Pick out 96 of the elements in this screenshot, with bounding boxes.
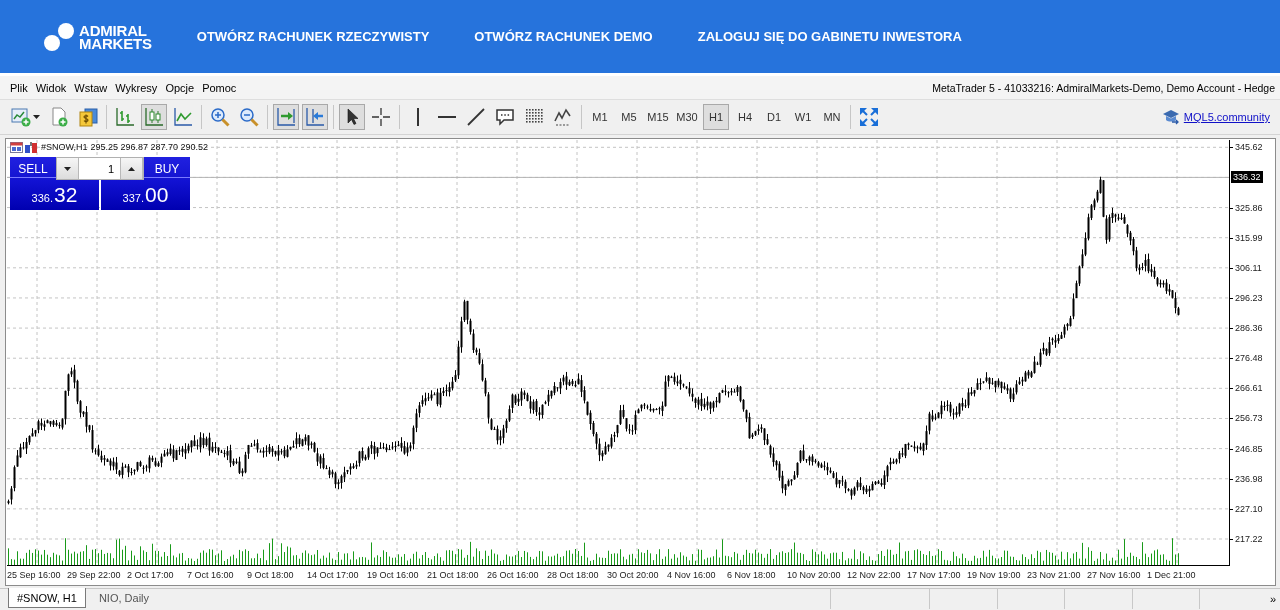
time-axis-label: 4 Nov 16:00 bbox=[667, 569, 717, 582]
current-price-marker: 336.32 bbox=[1231, 171, 1263, 184]
timeframe-button[interactable]: W1 bbox=[790, 104, 816, 130]
caret-down-icon bbox=[32, 115, 40, 119]
zigzag-icon bbox=[553, 107, 573, 127]
time-axis-label: 12 Nov 22:00 bbox=[847, 569, 902, 582]
zoom-in-icon bbox=[210, 107, 230, 127]
time-axis-label: 28 Oct 18:00 bbox=[547, 569, 600, 582]
auto-scroll-button[interactable] bbox=[273, 104, 299, 130]
timeframe-button[interactable]: D1 bbox=[761, 104, 787, 130]
price-axis-label: 345.62 bbox=[1235, 141, 1263, 154]
time-axis-label: 7 Oct 16:00 bbox=[187, 569, 235, 582]
timeframe-button[interactable]: MN bbox=[819, 104, 845, 130]
time-axis-label: 21 Oct 18:00 bbox=[427, 569, 480, 582]
volume-field[interactable]: 1 bbox=[79, 158, 121, 179]
chart-tab[interactable]: #SNOW, H1 bbox=[8, 588, 86, 608]
time-axis-label: 10 Nov 20:00 bbox=[787, 569, 842, 582]
time-axis-label: 17 Nov 17:00 bbox=[907, 569, 962, 582]
chart-tab[interactable]: NIO, Daily bbox=[89, 588, 159, 608]
price-axis-label: 246.85 bbox=[1235, 442, 1263, 455]
menu-item[interactable]: Plik bbox=[6, 81, 32, 94]
menu-item[interactable]: Widok bbox=[31, 81, 71, 94]
price-axis-label: 217.22 bbox=[1235, 532, 1263, 545]
caret-down-icon bbox=[64, 166, 71, 171]
axis-arrow-left-icon bbox=[305, 107, 325, 127]
price-axis-label: 325.86 bbox=[1235, 201, 1263, 214]
time-axis-label: 30 Oct 20:00 bbox=[607, 569, 660, 582]
line-chart-icon bbox=[173, 107, 193, 127]
horizontal-line-icon bbox=[438, 116, 456, 118]
nav-link[interactable]: OTWÓRZ RACHUNEK RZECZYWISTY bbox=[196, 29, 430, 44]
menu-item[interactable]: Opcje bbox=[161, 81, 199, 94]
price-axis-label: 227.10 bbox=[1235, 502, 1263, 515]
timeframe-button[interactable]: H1 bbox=[703, 104, 729, 130]
zoom-out-icon bbox=[239, 107, 259, 127]
price-axis-label: 266.61 bbox=[1235, 382, 1263, 395]
speech-bubble-icon bbox=[495, 107, 515, 127]
time-axis-label: 2 Oct 17:00 bbox=[127, 569, 175, 582]
time-axis-label: 25 Sep 16:00 bbox=[7, 569, 62, 582]
timeframe-button[interactable]: M1 bbox=[587, 104, 613, 130]
time-axis-label: 23 Nov 21:00 bbox=[1027, 569, 1082, 582]
sell-price[interactable]: 336.32 bbox=[10, 180, 99, 210]
crosshair-icon bbox=[371, 107, 391, 127]
logo-circles-icon bbox=[43, 21, 75, 52]
candlestick-icon bbox=[144, 107, 164, 127]
menu-item[interactable]: Wykresy bbox=[111, 81, 162, 94]
price-axis-label: 296.23 bbox=[1235, 291, 1263, 304]
bars-icon bbox=[25, 142, 38, 153]
timeframe-button[interactable]: M30 bbox=[674, 104, 700, 130]
chart-window-icon bbox=[10, 107, 31, 127]
price-axis-label: 286.36 bbox=[1235, 322, 1263, 335]
buy-price[interactable]: 337.00 bbox=[101, 180, 190, 210]
expand-arrows-icon bbox=[859, 107, 879, 127]
window-title: MetaTrader 5 - 41033216: AdmiralMarkets-Demo, Demo Account - Hedge bbox=[932, 81, 1275, 94]
time-axis-label: 29 Sep 22:00 bbox=[67, 569, 122, 582]
community-link[interactable]: MQL5.community bbox=[1183, 111, 1270, 123]
document-plus-icon bbox=[49, 107, 69, 127]
tabs-overflow-button[interactable]: » bbox=[1265, 589, 1280, 609]
price-axis-label: 256.73 bbox=[1235, 412, 1263, 425]
diagonal-line-icon bbox=[466, 107, 486, 127]
menu-item[interactable]: Pomoc bbox=[198, 81, 241, 94]
vertical-line-icon bbox=[417, 108, 419, 126]
window-icon bbox=[10, 142, 23, 153]
price-axis-label: 276.48 bbox=[1235, 352, 1263, 365]
time-axis-label: 6 Nov 18:00 bbox=[727, 569, 777, 582]
menu-item[interactable]: Wstaw bbox=[70, 81, 112, 94]
bar-chart-icon bbox=[115, 107, 135, 127]
volume-spinbox[interactable]: 1 bbox=[56, 157, 144, 180]
time-axis-label: 1 Dec 21:00 bbox=[1147, 569, 1197, 582]
time-axis-label: 27 Nov 16:00 bbox=[1087, 569, 1142, 582]
buy-button[interactable]: BUY bbox=[144, 157, 190, 180]
nav-link[interactable]: OTWÓRZ RACHUNEK DEMO bbox=[474, 29, 653, 44]
timeframe-button[interactable]: M5 bbox=[616, 104, 642, 130]
time-axis-label: 26 Oct 16:00 bbox=[487, 569, 540, 582]
chart-shift-button[interactable] bbox=[302, 104, 328, 130]
increase-button[interactable] bbox=[121, 158, 143, 179]
sell-button[interactable]: SELL bbox=[10, 157, 56, 180]
nav-link[interactable]: ZALOGUJ SIĘ DO GABINETU INWESTORA bbox=[697, 29, 962, 44]
decrease-button[interactable] bbox=[57, 158, 79, 179]
ohlc-values: 295.25 296.87 287.70 290.52 bbox=[90, 142, 209, 153]
timeframe-button[interactable]: M15 bbox=[645, 104, 671, 130]
caret-up-icon bbox=[128, 166, 135, 171]
graduation-cap-icon bbox=[1161, 109, 1180, 125]
logo-wordmark: ADMIRAL MARKETS bbox=[79, 23, 152, 50]
price-axis-label: 306.11 bbox=[1235, 261, 1262, 274]
time-axis-label: 14 Oct 17:00 bbox=[307, 569, 360, 582]
time-axis-label: 9 Oct 18:00 bbox=[247, 569, 295, 582]
money-document-icon bbox=[78, 107, 98, 127]
cursor-button[interactable] bbox=[339, 104, 365, 130]
time-axis-label: 19 Nov 19:00 bbox=[967, 569, 1022, 582]
price-axis-label: 315.99 bbox=[1235, 231, 1263, 244]
timeframe-button[interactable]: H4 bbox=[732, 104, 758, 130]
symbol-name: #SNOW,H1 bbox=[41, 142, 88, 153]
candlestick-button[interactable] bbox=[141, 104, 167, 130]
axis-arrow-right-icon bbox=[276, 107, 296, 127]
time-axis-label: 19 Oct 16:00 bbox=[367, 569, 420, 582]
price-axis-label: 236.98 bbox=[1235, 472, 1263, 485]
